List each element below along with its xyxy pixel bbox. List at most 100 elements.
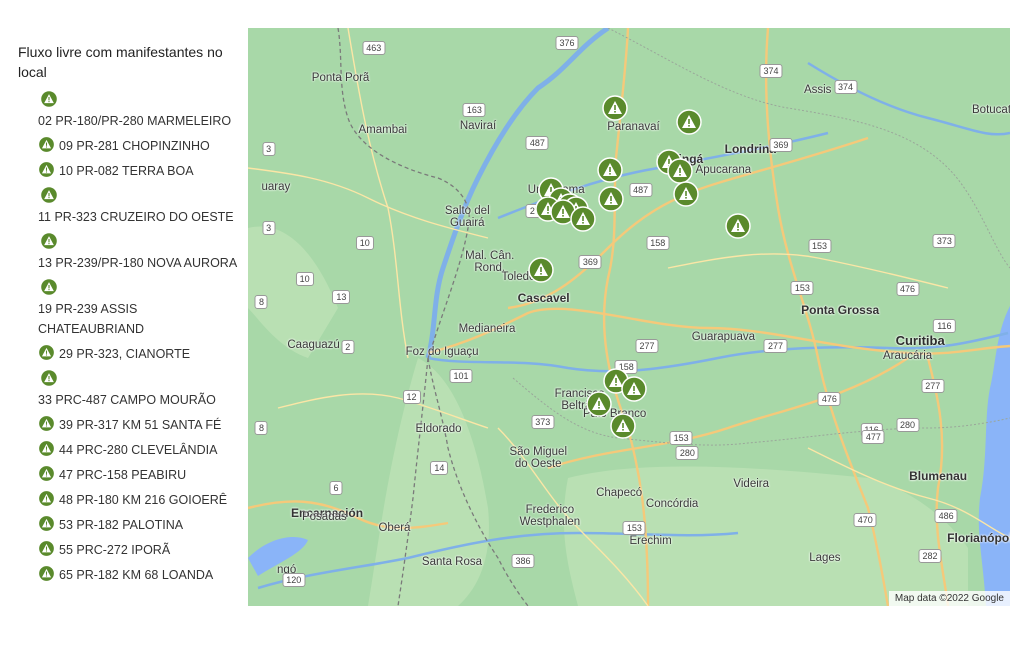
- place-label: Blumenau: [909, 469, 968, 484]
- road-shield: 3: [262, 220, 276, 235]
- road-shield: 476: [817, 392, 841, 407]
- place-label: Guarapuava: [691, 331, 755, 344]
- warning-pin-icon: [38, 565, 55, 582]
- warning-pin-icon: [38, 415, 55, 432]
- legend-item: 02 PR-180/PR-280 MARMELEIRO: [38, 90, 238, 131]
- warning-pin-icon: [38, 515, 55, 532]
- warning-pin-icon: [38, 465, 55, 482]
- place-label: Londrina: [724, 141, 776, 156]
- map-attribution[interactable]: Map data ©2022 Google: [888, 591, 1010, 606]
- road-shield: 373: [531, 414, 555, 429]
- warning-pin-icon: [40, 232, 58, 250]
- warning-pin-icon: [528, 257, 554, 284]
- road-shield: 476: [896, 282, 920, 297]
- warning-pin-icon: [40, 186, 58, 204]
- road-shield: 376: [555, 36, 579, 51]
- legend-item: 55 PRC-272 IPORÃ: [38, 540, 238, 560]
- warning-pin-icon: [598, 185, 624, 212]
- road-shield: 153: [669, 431, 693, 446]
- road-shield: 487: [629, 182, 653, 197]
- road-shield: 477: [861, 430, 885, 445]
- road-shield: 487: [525, 136, 549, 151]
- road-shield: 14: [430, 461, 449, 476]
- road-shield: 6: [329, 481, 343, 496]
- map-marker[interactable]: [672, 181, 699, 207]
- legend-item-label: 13 PR-239/PR-180 NOVA AURORA: [38, 256, 238, 270]
- legend-list: 02 PR-180/PR-280 MARMELEIRO 09 PR-281 CHO…: [18, 90, 238, 585]
- road-shield: 280: [675, 445, 699, 460]
- road-shield: 374: [834, 79, 858, 94]
- legend-item: 19 PR-239 ASSIS CHATEAUBRIAND: [38, 278, 238, 339]
- map-legend: Fluxo livre com manifestantes no local 0…: [18, 42, 238, 590]
- road-shield: 386: [511, 553, 535, 568]
- road-shield: 369: [578, 255, 602, 270]
- place-label: Cascavel: [517, 291, 570, 306]
- map-marker[interactable]: [528, 257, 554, 284]
- legend-item-label: 65 PR-182 KM 68 LOANDA: [59, 568, 214, 582]
- place-label: Posadas: [301, 511, 347, 524]
- legend-item: 13 PR-239/PR-180 NOVA AURORA: [38, 232, 238, 273]
- warning-pin-icon: [609, 413, 636, 440]
- legend-item-label: 55 PRC-272 IPORÃ: [59, 543, 171, 557]
- warning-pin-icon: [570, 205, 596, 232]
- map-canvas[interactable]: Ponta Porã Amambai Naviraí Paranavaí Assis Bo…: [248, 28, 1010, 606]
- place-label: Naviraí: [459, 119, 497, 132]
- place-label: Assis: [803, 83, 832, 96]
- road-shield: 8: [254, 295, 268, 310]
- road-shield: 153: [807, 238, 832, 253]
- map-marker[interactable]: [724, 213, 751, 239]
- place-label: Salto del Guairá: [444, 204, 490, 229]
- map-marker[interactable]: [586, 390, 613, 417]
- road-shield: 120: [282, 572, 306, 587]
- legend-item-label: 02 PR-180/PR-280 MARMELEIRO: [38, 114, 232, 128]
- legend-item: 65 PR-182 KM 68 LOANDA: [38, 565, 238, 585]
- legend-item: 09 PR-281 CHOPINZINHO: [38, 136, 238, 156]
- road-shield: 277: [921, 378, 945, 393]
- road-shield: 2: [341, 340, 355, 355]
- map-marker[interactable]: [597, 157, 623, 184]
- legend-item: 53 PR-182 PALOTINA: [38, 515, 238, 535]
- legend-item: 10 PR-082 TERRA BOA: [38, 161, 238, 181]
- road-shield: 10: [295, 272, 314, 287]
- warning-pin-icon: [38, 440, 55, 457]
- road-shield: 13: [332, 290, 351, 305]
- place-label: Paranavaí: [607, 120, 660, 133]
- map-marker[interactable]: [570, 205, 596, 232]
- place-label: São Miguel do Oeste: [509, 446, 568, 471]
- place-label: Santa Rosa: [421, 556, 483, 569]
- road-shield: 12: [402, 390, 421, 405]
- road-shield: 463: [362, 40, 386, 55]
- legend-item-label: 47 PRC-158 PEABIRU: [59, 468, 187, 482]
- warning-pin-icon: [621, 376, 648, 402]
- legend-item: 29 PR-323, CIANORTE: [38, 344, 238, 364]
- legend-item: 33 PRC-487 CAMPO MOURÃO: [38, 369, 238, 410]
- warning-pin-icon: [601, 95, 628, 121]
- place-label: Videira: [733, 478, 769, 491]
- map-marker[interactable]: [609, 413, 636, 440]
- legend-item: 39 PR-317 KM 51 SANTA FÉ: [38, 415, 238, 435]
- legend-item-label: 39 PR-317 KM 51 SANTA FÉ: [59, 418, 222, 432]
- map-marker[interactable]: [676, 109, 702, 136]
- place-label: Araucária: [882, 349, 933, 362]
- legend-item-label: 48 PR-180 KM 216 GOIOERÊ: [59, 493, 228, 507]
- place-label: Florianópolis: [947, 530, 1010, 545]
- road-shield: 280: [896, 417, 920, 432]
- place-label: Medianeira: [458, 323, 516, 336]
- road-shield: 486: [934, 509, 958, 524]
- map-marker[interactable]: [598, 185, 624, 212]
- place-label: uaray: [261, 180, 291, 193]
- road-shield: 277: [763, 338, 787, 353]
- place-label: Frederico Westphalen: [519, 504, 581, 529]
- map-marker[interactable]: [601, 95, 628, 121]
- place-label: Eldorado: [415, 423, 462, 436]
- place-label: Concórdia: [645, 498, 699, 511]
- legend-item-label: 53 PR-182 PALOTINA: [59, 518, 184, 532]
- legend-item-label: 33 PRC-487 CAMPO MOURÃO: [38, 393, 216, 407]
- map-marker[interactable]: [621, 376, 648, 402]
- road-shield: 116: [933, 318, 956, 333]
- place-label: Lages: [809, 551, 841, 564]
- legend-item-label: 44 PRC-280 CLEVELÂNDIA: [59, 443, 218, 457]
- road-shield: 153: [622, 520, 646, 535]
- legend-item: 44 PRC-280 CLEVELÂNDIA: [38, 440, 238, 460]
- warning-pin-icon: [672, 181, 699, 207]
